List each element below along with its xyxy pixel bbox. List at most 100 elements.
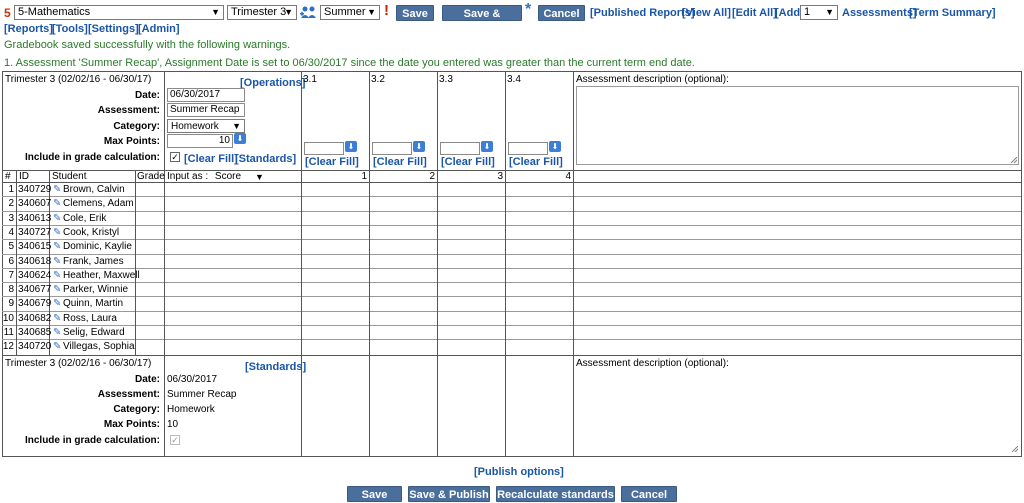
- course-select-value: 5-Mathematics: [18, 6, 91, 18]
- pencil-icon[interactable]: ✎: [53, 283, 61, 297]
- footer-cancel-button[interactable]: Cancel: [621, 486, 677, 502]
- grid-line: [505, 71, 506, 457]
- row-number: 5: [8, 241, 14, 252]
- description-textarea[interactable]: [576, 86, 1019, 165]
- student-name[interactable]: Clemens, Adam: [63, 197, 134, 211]
- pencil-icon[interactable]: ✎: [53, 312, 61, 326]
- row-number: 1: [8, 184, 14, 195]
- footer-save-publish-button[interactable]: Save & Publish: [408, 486, 490, 502]
- date-input[interactable]: 06/30/2017: [167, 88, 245, 102]
- student-id: 340615: [18, 241, 52, 252]
- assessment-name-input[interactable]: Summer Recap: [167, 103, 245, 117]
- fill-down-icon[interactable]: ⬇: [481, 141, 493, 152]
- pencil-icon[interactable]: ✎: [53, 197, 61, 211]
- standards-link[interactable]: [Standards]: [235, 153, 296, 165]
- summary-assessment-value: Summer Recap: [167, 389, 237, 400]
- col-header-number: #: [5, 171, 11, 182]
- student-name[interactable]: Heather, Maxwell: [63, 269, 140, 283]
- row-number: 7: [8, 270, 14, 281]
- pencil-icon[interactable]: ✎: [53, 240, 61, 254]
- standard-clear-fill-link[interactable]: [Clear Fill]: [373, 156, 427, 168]
- save-publish-button[interactable]: Save & Publish: [442, 5, 522, 36]
- pencil-icon[interactable]: ✎: [53, 297, 61, 311]
- student-name[interactable]: Brown, Calvin: [63, 183, 125, 197]
- recalculate-standards-button[interactable]: Recalculate standards: [496, 486, 615, 502]
- row-number: 11: [3, 327, 14, 338]
- row-divider: [2, 211, 1021, 212]
- published-reports-link[interactable]: [Published Reports]: [590, 7, 695, 19]
- footer-save-button[interactable]: Save: [347, 486, 402, 502]
- max-points-input[interactable]: 10: [167, 134, 233, 148]
- standard-column-number: 4: [565, 171, 571, 182]
- unsaved-asterisk: *: [525, 1, 532, 18]
- input-as-label: Input as :: [167, 171, 209, 182]
- fill-down-icon[interactable]: ⬇: [234, 133, 246, 144]
- chevron-down-icon: ▼: [255, 172, 264, 182]
- term-select[interactable]: Trimester 3 ▼: [227, 5, 297, 20]
- standard-clear-fill-link[interactable]: [Clear Fill]: [509, 156, 563, 168]
- pencil-icon[interactable]: ✎: [53, 340, 61, 354]
- student-id: 340682: [18, 313, 52, 324]
- row-number: 4: [8, 227, 14, 238]
- input-as-select[interactable]: Input as : Score ▼: [167, 170, 299, 184]
- student-name[interactable]: Frank, James: [63, 255, 124, 269]
- admin-link[interactable]: [Admin]: [138, 23, 180, 35]
- fill-down-icon[interactable]: ⬇: [413, 141, 425, 152]
- pencil-icon[interactable]: ✎: [53, 183, 61, 197]
- group-users-icon[interactable]: [300, 5, 318, 19]
- assessments-link[interactable]: Assessments]: [842, 7, 917, 19]
- standard-fill-input[interactable]: [508, 142, 548, 155]
- term-summary-link[interactable]: [Term Summary]: [909, 7, 996, 19]
- student-name[interactable]: Selig, Edward: [63, 326, 125, 340]
- settings-link[interactable]: [Settings]: [88, 23, 139, 35]
- course-select[interactable]: 5-Mathematics ▼: [14, 5, 224, 20]
- standard-clear-fill-link[interactable]: [Clear Fill]: [441, 156, 495, 168]
- row-divider: [2, 225, 1021, 226]
- fill-down-icon[interactable]: ⬇: [345, 141, 357, 152]
- tools-link[interactable]: [Tools]: [52, 23, 88, 35]
- summary-include-checkbox: ✓: [170, 435, 180, 445]
- fill-down-icon[interactable]: ⬇: [549, 141, 561, 152]
- student-name[interactable]: Dominic, Kaylie: [63, 240, 132, 254]
- publish-options-link[interactable]: [Publish options]: [474, 466, 564, 478]
- operations-link[interactable]: [Operations]: [240, 77, 305, 89]
- save-button[interactable]: Save: [396, 5, 434, 21]
- student-name[interactable]: Parker, Winnie: [63, 283, 128, 297]
- reports-link[interactable]: [Reports]: [4, 23, 53, 35]
- cancel-button[interactable]: Cancel: [538, 5, 585, 21]
- pencil-icon[interactable]: ✎: [53, 326, 61, 340]
- col-header-student[interactable]: Student: [52, 170, 86, 184]
- pencil-icon[interactable]: ✎: [53, 226, 61, 240]
- add-link[interactable]: [Add: [775, 7, 800, 19]
- category-label: Category:: [113, 121, 160, 132]
- include-grade-checkbox[interactable]: ✓: [170, 152, 180, 162]
- add-count-select[interactable]: 1 ▼: [800, 5, 838, 20]
- summary-standards-link[interactable]: [Standards]: [245, 361, 306, 373]
- save-success-message: Gradebook saved successfully with the fo…: [4, 39, 291, 51]
- clear-fill-link[interactable]: [Clear Fill]: [184, 153, 238, 165]
- resize-grip-icon: [1012, 446, 1018, 452]
- standard-fill-input[interactable]: [372, 142, 412, 155]
- student-name[interactable]: Villegas, Sophia: [63, 340, 135, 354]
- student-id: 340720: [18, 341, 52, 352]
- student-name[interactable]: Quinn, Martin: [63, 297, 123, 311]
- pencil-icon[interactable]: ✎: [53, 212, 61, 226]
- standard-clear-fill-link[interactable]: [Clear Fill]: [305, 156, 359, 168]
- student-name[interactable]: Cook, Kristyl: [63, 226, 119, 240]
- standard-fill-input[interactable]: [440, 142, 480, 155]
- standard-fill-input[interactable]: [304, 142, 344, 155]
- assessment-select[interactable]: Summer ▼: [320, 5, 380, 20]
- student-name[interactable]: Ross, Laura: [63, 312, 117, 326]
- edit-all-link[interactable]: [Edit All]: [732, 7, 777, 19]
- standard-column-number: 2: [429, 171, 435, 182]
- pencil-icon[interactable]: ✎: [53, 255, 61, 269]
- date-warning-message: 1. Assessment 'Summer Recap', Assignment…: [4, 57, 695, 69]
- category-select[interactable]: Homework ▼: [167, 119, 245, 133]
- category-select-value: Homework: [171, 121, 219, 132]
- pencil-icon[interactable]: ✎: [53, 269, 61, 283]
- student-id: 340624: [18, 270, 52, 281]
- view-all-link[interactable]: [View All]: [682, 7, 731, 19]
- student-name[interactable]: Cole, Erik: [63, 212, 106, 226]
- student-id: 340679: [18, 298, 52, 309]
- col-header-id[interactable]: ID: [19, 170, 29, 184]
